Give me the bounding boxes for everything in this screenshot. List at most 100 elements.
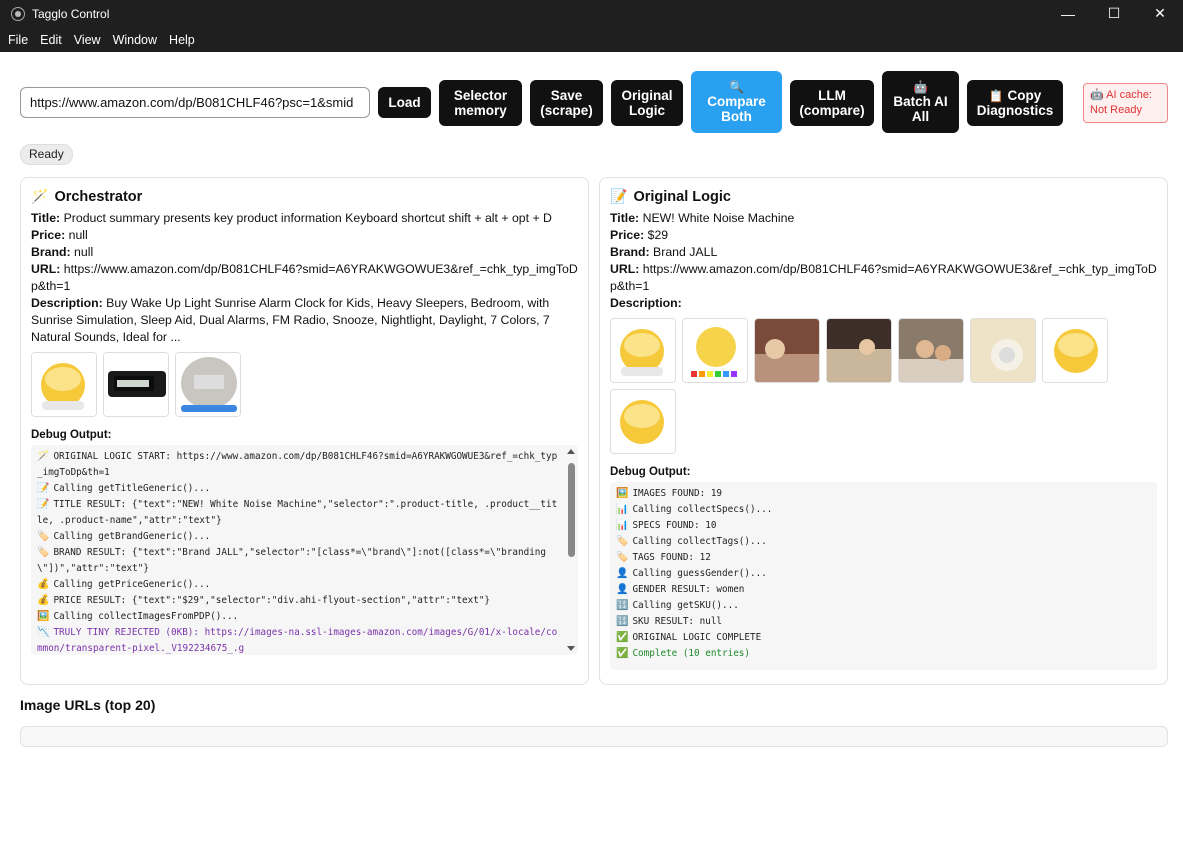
debug-log-line: ✅ Complete (10 entries)	[616, 646, 1151, 662]
image-urls-list	[20, 726, 1168, 747]
compare-both-button[interactable]: 🔍 Compare Both	[691, 71, 782, 133]
status-badge: Ready	[20, 144, 73, 165]
batch-ai-label-1: Batch AI	[893, 93, 948, 109]
save-scrape-button[interactable]: Save (scrape)	[530, 80, 603, 126]
product-image-thumbnail[interactable]	[682, 318, 748, 383]
debug-log-line: 🖼️ Calling collectImagesFromPDP()...	[37, 609, 572, 625]
product-image-thumbnail[interactable]	[826, 318, 892, 383]
url-value: https://www.amazon.com/dp/B081CHLF46?smi…	[31, 262, 578, 293]
price-field: Price: null	[31, 227, 578, 244]
log-entry-icon: 🔢	[616, 600, 629, 611]
log-entry-icon: 📝	[37, 483, 50, 494]
batch-ai-button[interactable]: 🤖 Batch AI All	[882, 71, 959, 133]
image-thumbnails	[31, 352, 578, 417]
original-logic-label-2: Logic	[629, 103, 665, 118]
memo-icon: 📝	[610, 188, 628, 204]
title-field: Title: NEW! White Noise Machine	[610, 210, 1157, 227]
product-image-thumbnail[interactable]	[31, 352, 97, 417]
debug-log-line: 📊 Calling collectSpecs()...	[616, 502, 1151, 518]
wand-icon: 🪄	[31, 188, 49, 204]
log-entry-text: IMAGES FOUND: 19	[632, 488, 723, 499]
url-input[interactable]: https://www.amazon.com/dp/B081CHLF46?psc…	[20, 87, 370, 118]
log-entry-icon: ✅	[616, 648, 629, 659]
description-field: Description: Buy Wake Up Light Sunrise A…	[31, 295, 578, 346]
description-value: Buy Wake Up Light Sunrise Alarm Clock fo…	[31, 296, 550, 344]
compare-both-label-1: Compare	[707, 93, 766, 109]
debug-output-log[interactable]: 🖼️ IMAGES FOUND: 19 📊 Calling collectSpecs(…	[610, 482, 1157, 670]
log-entry-icon: 🏷️	[37, 547, 50, 558]
debug-log-line: 🏷️ BRAND RESULT: {"text":"Brand JALL","se…	[37, 545, 572, 577]
compare-both-label-2: Both	[721, 108, 752, 124]
minimize-button[interactable]: —	[1045, 0, 1091, 27]
original-logic-title: Original Logic	[633, 188, 731, 205]
clipboard-icon: 📋	[988, 89, 1004, 103]
log-entry-text: Calling getPriceGeneric()...	[53, 579, 211, 590]
robot-icon: 🤖	[913, 79, 928, 94]
product-image-thumbnail[interactable]	[175, 352, 241, 417]
product-image-thumbnail[interactable]	[610, 389, 676, 454]
ai-cache-label: AI cache:	[1106, 89, 1153, 101]
debug-log-line: 🔢 SKU RESULT: null	[616, 614, 1151, 630]
product-image-thumbnail[interactable]	[103, 352, 169, 417]
title-value: Product summary presents key product inf…	[63, 211, 552, 225]
menu-view[interactable]: View	[74, 33, 101, 47]
llm-label-1: LLM	[818, 88, 846, 103]
scrollbar[interactable]	[566, 449, 576, 651]
batch-ai-label-2: All	[911, 108, 930, 124]
log-entry-text: Calling guessGender()...	[632, 568, 767, 579]
price-label: Price:	[610, 228, 645, 242]
maximize-button[interactable]: ☐	[1091, 0, 1137, 27]
menu-edit[interactable]: Edit	[40, 33, 62, 47]
url-field: URL: https://www.amazon.com/dp/B081CHLF4…	[610, 261, 1157, 295]
url-value: https://www.amazon.com/dp/B081CHLF46?smi…	[610, 262, 1157, 293]
product-image-thumbnail[interactable]	[1042, 318, 1108, 383]
log-entry-icon: 📊	[616, 520, 629, 531]
selector-memory-button[interactable]: Selector memory	[439, 80, 522, 126]
log-entry-icon: 🏷️	[616, 552, 629, 563]
log-entry-text: TAGS FOUND: 12	[632, 552, 711, 563]
product-image-thumbnail[interactable]	[970, 318, 1036, 383]
menu-window[interactable]: Window	[113, 33, 157, 47]
robot-icon: 🤖	[1090, 89, 1104, 101]
log-entry-icon: 📉	[37, 627, 50, 638]
save-label-2: (scrape)	[540, 103, 593, 118]
debug-log-line: ✅ ORIGINAL LOGIC COMPLETE	[616, 630, 1151, 646]
ai-cache-value: Not Ready	[1090, 104, 1142, 116]
llm-compare-button[interactable]: LLM (compare)	[790, 80, 874, 126]
log-entry-icon: 📝	[37, 499, 50, 510]
brand-value: Brand JALL	[653, 245, 718, 259]
original-logic-button[interactable]: Original Logic	[611, 80, 683, 126]
debug-log-line: 🏷️ Calling collectTags()...	[616, 534, 1151, 550]
log-entry-icon: 💰	[37, 595, 50, 606]
log-entry-text: TITLE RESULT: {"text":"NEW! White Noise …	[37, 499, 558, 526]
product-image-thumbnail[interactable]	[898, 318, 964, 383]
copy-diagnostics-button[interactable]: 📋 Copy Diagnostics	[967, 80, 1063, 126]
scrollbar-thumb[interactable]	[568, 463, 575, 557]
menu-help[interactable]: Help	[169, 33, 195, 47]
log-entry-icon: ✅	[616, 632, 629, 643]
scroll-up-icon[interactable]	[567, 449, 575, 454]
copy-label: Copy	[1007, 88, 1042, 103]
toolbar: https://www.amazon.com/dp/B081CHLF46?psc…	[20, 71, 1168, 133]
debug-output-log[interactable]: 🪄 ORIGINAL LOGIC START: https://www.amazo…	[31, 445, 578, 655]
original-logic-panel: 📝 Original Logic Title: NEW! White Noise…	[599, 177, 1168, 685]
log-entry-icon: 🏷️	[37, 531, 50, 542]
url-label: URL:	[610, 262, 640, 276]
orchestrator-heading: 🪄 Orchestrator	[31, 188, 578, 205]
menu-file[interactable]: File	[8, 33, 28, 47]
image-urls-title: Image URLs (top 20)	[20, 697, 156, 713]
close-button[interactable]: ✕	[1137, 0, 1183, 27]
debug-log-line: 💰 Calling getPriceGeneric()...	[37, 577, 572, 593]
product-image-thumbnail[interactable]	[754, 318, 820, 383]
debug-log-line: 📊 SPECS FOUND: 10	[616, 518, 1151, 534]
debug-log-line: 🪄 ORIGINAL LOGIC START: https://www.amazo…	[37, 449, 572, 481]
title-value: NEW! White Noise Machine	[642, 211, 795, 225]
product-image-thumbnail[interactable]	[610, 318, 676, 383]
load-button[interactable]: Load	[378, 87, 431, 118]
log-entry-icon: 👤	[616, 584, 629, 595]
scroll-down-icon[interactable]	[567, 646, 575, 651]
log-entry-text: ORIGINAL LOGIC COMPLETE	[632, 632, 762, 643]
app-icon	[11, 6, 25, 21]
window-title: Tagglo Control	[32, 6, 110, 21]
debug-log-line: 🔢 Calling getSKU()...	[616, 598, 1151, 614]
